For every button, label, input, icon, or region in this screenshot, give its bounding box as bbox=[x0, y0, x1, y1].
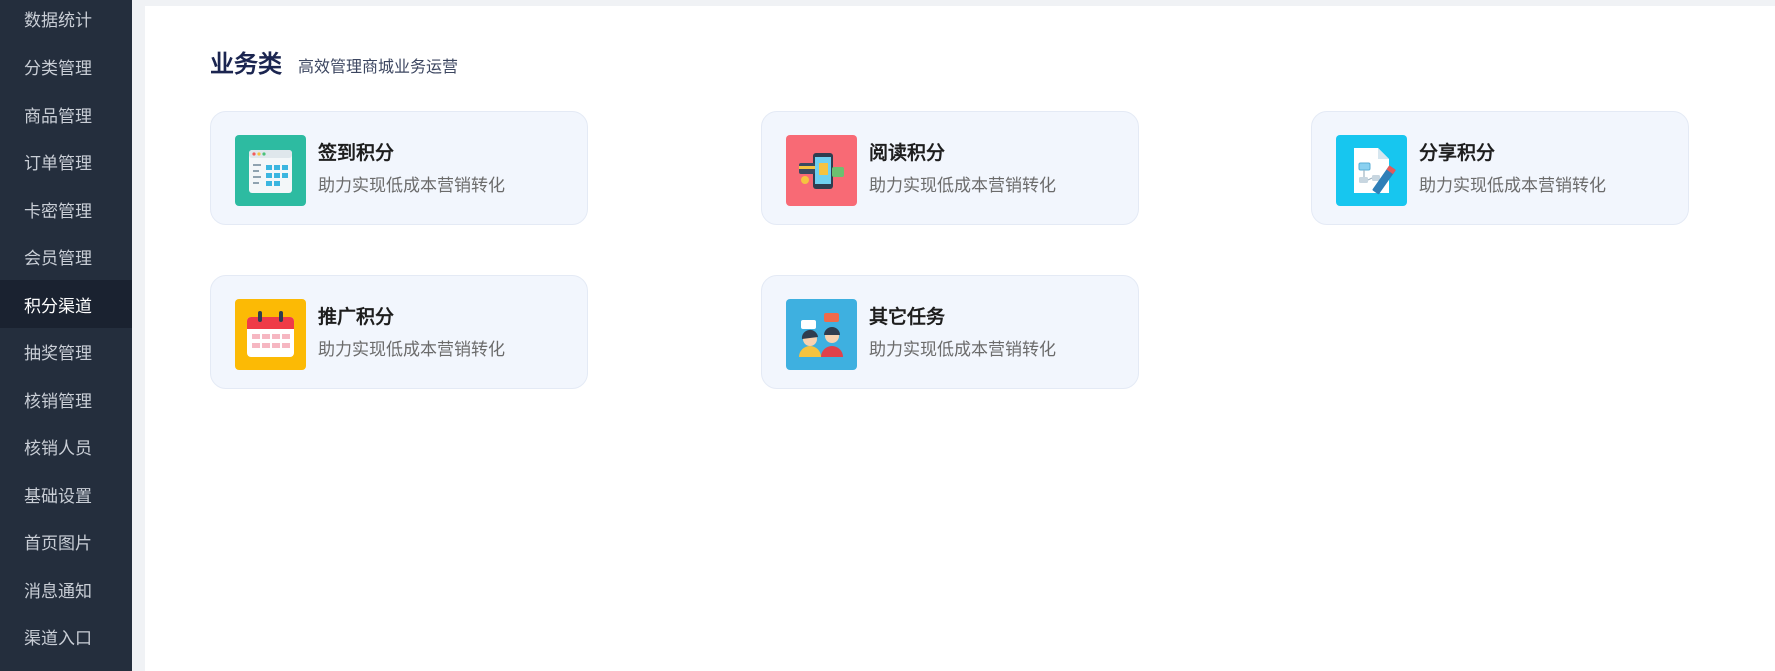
sidebar-item-data-stats[interactable]: 数据统计 bbox=[0, 0, 132, 42]
sidebar-item-products[interactable]: 商品管理 bbox=[0, 90, 132, 138]
card-share-points[interactable]: 分享积分 助力实现低成本营销转化 bbox=[1311, 111, 1689, 225]
card-title: 分享积分 bbox=[1419, 142, 1496, 164]
phone-payment-icon bbox=[786, 135, 857, 206]
sidebar-item-basic-settings[interactable]: 基础设置 bbox=[0, 470, 132, 518]
sidebar-item-orders[interactable]: 订单管理 bbox=[0, 137, 132, 185]
card-desc: 助力实现低成本营销转化 bbox=[1419, 176, 1606, 196]
sidebar-item-label: 首页图片 bbox=[24, 533, 92, 554]
card-desc: 助力实现低成本营销转化 bbox=[318, 340, 505, 360]
sidebar-item-card-keys[interactable]: 卡密管理 bbox=[0, 185, 132, 233]
card-title: 推广积分 bbox=[318, 306, 395, 328]
sidebar-item-members[interactable]: 会员管理 bbox=[0, 232, 132, 280]
sidebar-item-label: 订单管理 bbox=[24, 153, 92, 174]
sidebar-item-label: 积分渠道 bbox=[24, 296, 92, 317]
card-desc: 助力实现低成本营销转化 bbox=[869, 340, 1056, 360]
card-other-tasks[interactable]: 其它任务 助力实现低成本营销转化 bbox=[761, 275, 1139, 389]
sidebar-item-label: 数据统计 bbox=[24, 10, 92, 31]
card-desc: 助力实现低成本营销转化 bbox=[869, 176, 1056, 196]
card-desc: 助力实现低成本营销转化 bbox=[318, 176, 505, 196]
sidebar-item-category[interactable]: 分类管理 bbox=[0, 42, 132, 90]
main-content: 业务类 高效管理商城业务运营 签到积分 助力实现低成本营销转化 阅读积分 助力实… bbox=[145, 6, 1775, 671]
section-title: 业务类 bbox=[210, 50, 282, 78]
card-promotion-points[interactable]: 推广积分 助力实现低成本营销转化 bbox=[210, 275, 588, 389]
people-chat-icon bbox=[786, 299, 857, 370]
card-title: 其它任务 bbox=[869, 306, 946, 328]
sidebar-item-home-images[interactable]: 首页图片 bbox=[0, 517, 132, 565]
sidebar-item-label: 分类管理 bbox=[24, 58, 92, 79]
sidebar-item-label: 渠道入口 bbox=[24, 628, 92, 649]
sidebar-item-channel-entry[interactable]: 渠道入口 bbox=[0, 612, 132, 660]
section-subtitle: 高效管理商城业务运营 bbox=[298, 57, 459, 76]
sidebar-item-notifications[interactable]: 消息通知 bbox=[0, 565, 132, 613]
sidebar-item-label: 核销管理 bbox=[24, 391, 92, 412]
calendar-icon bbox=[235, 299, 306, 370]
sidebar-item-lottery[interactable]: 抽奖管理 bbox=[0, 327, 132, 375]
card-title: 签到积分 bbox=[318, 142, 395, 164]
sidebar-item-label: 商品管理 bbox=[24, 106, 92, 127]
sidebar-item-label: 基础设置 bbox=[24, 486, 92, 507]
sidebar-item-label: 卡密管理 bbox=[24, 201, 92, 222]
sidebar-item-verification[interactable]: 核销管理 bbox=[0, 375, 132, 423]
card-title: 阅读积分 bbox=[869, 142, 946, 164]
document-pen-icon bbox=[1336, 135, 1407, 206]
card-checkin-points[interactable]: 签到积分 助力实现低成本营销转化 bbox=[210, 111, 588, 225]
calendar-grid-icon bbox=[235, 135, 306, 206]
sidebar-item-label: 消息通知 bbox=[24, 581, 92, 602]
sidebar-item-verifiers[interactable]: 核销人员 bbox=[0, 422, 132, 470]
sidebar-item-points-channel[interactable]: 积分渠道 bbox=[0, 280, 132, 328]
sidebar: 数据统计 分类管理 商品管理 订单管理 卡密管理 会员管理 积分渠道 抽奖管理 … bbox=[0, 0, 132, 671]
sidebar-item-label: 会员管理 bbox=[24, 248, 92, 269]
card-reading-points[interactable]: 阅读积分 助力实现低成本营销转化 bbox=[761, 111, 1139, 225]
sidebar-item-label: 核销人员 bbox=[24, 438, 92, 459]
sidebar-item-label: 抽奖管理 bbox=[24, 343, 92, 364]
